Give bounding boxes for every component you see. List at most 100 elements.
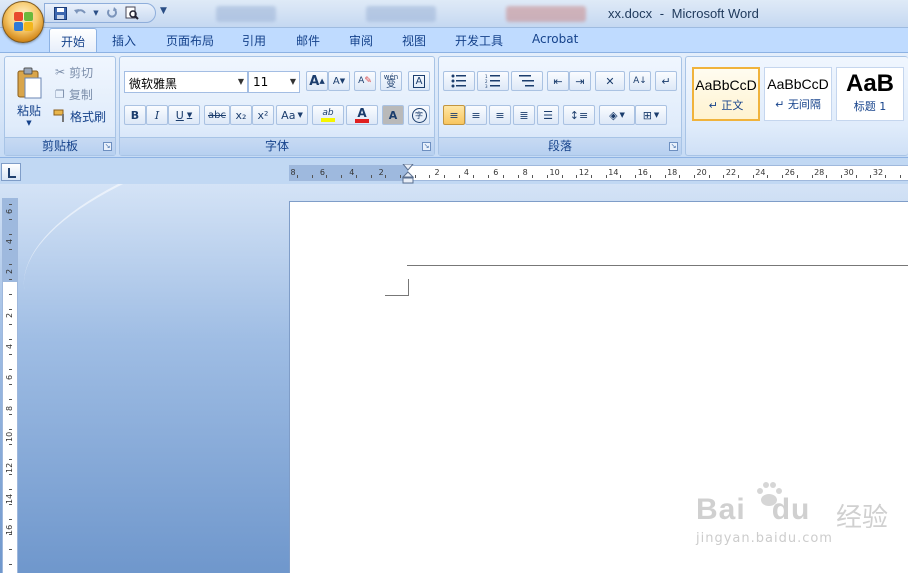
ruler-tick [752, 175, 754, 178]
strikethrough-button[interactable]: abc [204, 105, 230, 125]
tab-developer[interactable]: 开发工具 [455, 32, 503, 49]
font-color-button[interactable]: A [346, 105, 378, 125]
phonetic-char: 变 [386, 79, 396, 90]
numbering-button[interactable]: 123 [477, 71, 509, 91]
style-normal-name: ↵ 正文 [708, 99, 744, 112]
ruler-tick [826, 175, 828, 178]
justify-button[interactable]: ≣ [513, 105, 535, 125]
format-painter-button[interactable]: 格式刷 [53, 107, 106, 125]
copy-icon: ❐ [55, 87, 65, 101]
character-shading-icon: A [388, 108, 398, 122]
tab-view[interactable]: 视图 [402, 32, 426, 49]
distributed-button[interactable]: ☰ [537, 105, 559, 125]
line-spacing-button[interactable]: ↕≡ [563, 105, 595, 125]
tab-mailings[interactable]: 邮件 [296, 32, 320, 49]
ruler-label: 8 [290, 168, 296, 177]
customize-qat-icon[interactable]: ▼ [160, 6, 167, 16]
increase-indent-button[interactable]: ⇥ [569, 71, 591, 91]
font-size-value: 11 [253, 75, 269, 89]
shading-button[interactable]: ◈ ▼ [599, 105, 635, 125]
redo-icon[interactable] [105, 6, 119, 20]
show-marks-button[interactable]: ↵ [655, 71, 677, 91]
ruler-label: 28 [814, 168, 825, 177]
cut-button[interactable]: ✂ 剪切 [55, 63, 93, 81]
superscript-button[interactable]: x² [252, 105, 274, 125]
paste-button[interactable]: 粘贴 ▼ [9, 61, 49, 131]
ruler-tick [9, 504, 12, 505]
character-border-button[interactable]: A [408, 71, 430, 91]
sort-button[interactable]: A↓ [629, 71, 651, 91]
character-shading-button[interactable]: A [382, 105, 404, 125]
italic-button[interactable]: I [146, 105, 168, 125]
ruler-tick [620, 175, 622, 178]
ruler-tick [532, 175, 534, 178]
borders-button[interactable]: ⊞ ▼ [635, 105, 667, 125]
align-left-button[interactable]: ≡ [443, 105, 465, 125]
enclose-characters-icon: 字 [411, 107, 427, 123]
ruler-label: 20 [696, 168, 707, 177]
font-size-dropdown-icon: ▼ [289, 77, 296, 86]
subscript-button[interactable]: x₂ [230, 105, 252, 125]
align-right-button[interactable]: ≡ [489, 105, 511, 125]
decrease-indent-button[interactable]: ⇤ [547, 71, 569, 91]
tab-acrobat[interactable]: Acrobat [532, 32, 578, 46]
chinese-layout-button[interactable]: ✕ [595, 71, 625, 91]
undo-dropdown-icon[interactable]: ▼ [93, 6, 99, 20]
office-button[interactable] [2, 1, 44, 43]
align-center-button[interactable]: ≡ [465, 105, 487, 125]
copy-button[interactable]: ❐ 复制 [55, 85, 93, 103]
vertical-ruler[interactable]: 6 4 2 2 4 6 8 10 12 14 16 [2, 198, 18, 573]
bullets-icon [451, 74, 466, 88]
tab-review[interactable]: 审阅 [349, 32, 373, 49]
style-no-spacing[interactable]: AaBbCcD ↵ 无间隔 [764, 67, 832, 121]
align-center-icon: ≡ [471, 108, 481, 122]
ruler-tick [591, 175, 592, 178]
margin-corner-mark [385, 279, 409, 296]
ruler-tick [458, 175, 460, 178]
ruler-tick [297, 175, 298, 178]
tab-page-layout[interactable]: 页面布局 [166, 32, 214, 49]
paragraph-launcher-icon[interactable]: ↘ [669, 142, 678, 151]
change-case-button[interactable]: Aa ▼ [276, 105, 308, 125]
clipboard-launcher-icon[interactable]: ↘ [103, 142, 112, 151]
bold-icon: B [130, 108, 140, 122]
ruler-tick [9, 429, 12, 430]
print-preview-icon[interactable] [125, 6, 139, 20]
paragraph-group: 123 ⇤ ⇥ ✕ A↓ ↵ ≡ ≡ ≡ ≣ ☰ ↕≡ ◈ ▼ ⊞ ▼ 段落 ↘ [438, 56, 682, 156]
font-size-combo[interactable]: 11 ▼ [248, 71, 300, 93]
tab-home[interactable]: 开始 [49, 28, 98, 53]
tab-selector-icon[interactable] [1, 163, 21, 181]
ruler-tick [444, 175, 445, 178]
ruler-tick [9, 279, 12, 280]
font-launcher-icon[interactable]: ↘ [422, 142, 431, 151]
clear-formatting-button[interactable]: A ✎ [354, 71, 376, 91]
shrink-font-button[interactable]: A ▼ [328, 71, 350, 91]
save-icon[interactable] [53, 6, 67, 20]
enclose-characters-button[interactable]: 字 [408, 105, 430, 125]
ruler-tick [767, 175, 769, 178]
ruler-tick [502, 175, 504, 178]
grow-font-button[interactable]: A ▲ [306, 71, 328, 91]
font-name-combo[interactable]: 微软雅黑 ▼ [124, 71, 248, 93]
underline-button[interactable]: U ▼ [168, 105, 200, 125]
ruler-label: 4 [463, 168, 469, 177]
taskbar-tabs-blurred [176, 4, 606, 24]
tab-insert[interactable]: 插入 [112, 32, 136, 49]
styles-group: AaBbCcD ↵ 正文 AaBbCcD ↵ 无间隔 AaB 标题 1 [685, 56, 908, 156]
highlight-button[interactable]: ab [312, 105, 344, 125]
ruler-label: 10 [5, 431, 14, 442]
style-heading-1[interactable]: AaB 标题 1 [836, 67, 904, 121]
paragraph-mark-icon: ↵ [661, 74, 671, 88]
undo-icon[interactable] [73, 6, 87, 20]
ruler-tick [9, 234, 12, 235]
application-name: Microsoft Word [671, 6, 759, 21]
horizontal-ruler[interactable]: 8 6 4 2 2 4 6 8 10 12 14 16 18 20 22 24 26 28 30 32 [289, 164, 908, 184]
tab-references[interactable]: 引用 [242, 32, 266, 49]
style-normal[interactable]: AaBbCcD ↵ 正文 [692, 67, 760, 121]
bullets-button[interactable] [443, 71, 475, 91]
indent-marker-icon[interactable] [402, 164, 414, 184]
multilevel-list-button[interactable] [511, 71, 543, 91]
bold-button[interactable]: B [124, 105, 146, 125]
phonetic-guide-button[interactable]: wén 变 [380, 71, 402, 91]
ruler-tick [9, 549, 12, 550]
